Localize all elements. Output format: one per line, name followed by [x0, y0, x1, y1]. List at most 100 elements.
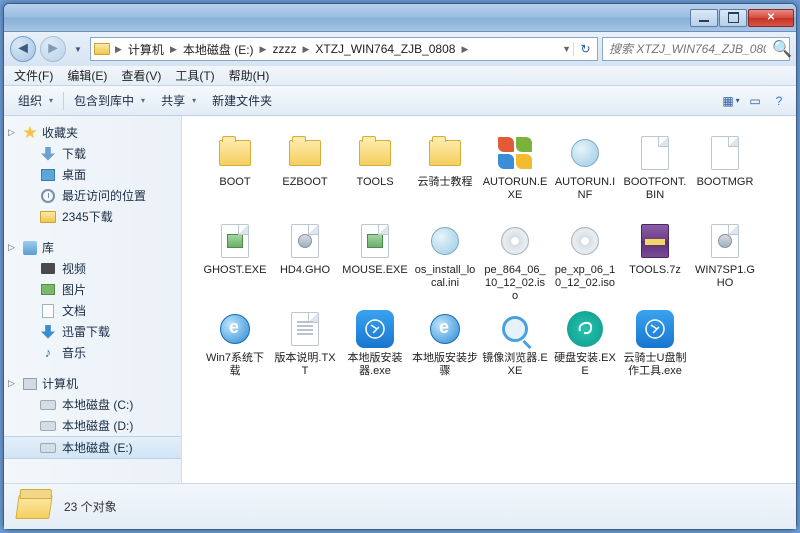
file-icon: [424, 220, 466, 262]
favorites-group: ▷收藏夹 下载 桌面 最近访问的位置 2345下载: [4, 122, 181, 227]
file-item[interactable]: Win7系统下载: [200, 306, 270, 392]
refresh-button[interactable]: ↻: [573, 42, 597, 56]
help-button[interactable]: ?: [768, 90, 790, 112]
sidebar-item-desktop[interactable]: 桌面: [4, 164, 181, 185]
favorites-label: 收藏夹: [42, 124, 78, 141]
status-bar: 23 个对象: [4, 483, 796, 529]
file-icon: [354, 308, 396, 350]
sidebar-item-recent[interactable]: 最近访问的位置: [4, 185, 181, 206]
file-label: 本地版安装器.exe: [340, 352, 410, 378]
search-box[interactable]: 🔍: [602, 37, 790, 61]
file-item[interactable]: os_install_local.ini: [410, 218, 480, 304]
file-icon: [704, 220, 746, 262]
sidebar-item-pictures[interactable]: 图片: [4, 279, 181, 300]
file-icon: [564, 308, 606, 350]
file-item[interactable]: AUTORUN.EXE: [480, 130, 550, 216]
file-item[interactable]: TOOLS: [340, 130, 410, 216]
computer-header[interactable]: ▷计算机: [4, 373, 181, 394]
file-item[interactable]: 版本说明.TXT: [270, 306, 340, 392]
file-item[interactable]: MOUSE.EXE: [340, 218, 410, 304]
close-button[interactable]: [748, 9, 794, 27]
file-label: HD4.GHO: [278, 264, 332, 277]
favorites-header[interactable]: ▷收藏夹: [4, 122, 181, 143]
file-label: pe_864_06_10_12_02.iso: [480, 264, 550, 303]
menu-tools[interactable]: 工具(T): [169, 66, 220, 85]
organize-button[interactable]: 组织: [10, 89, 61, 112]
sidebar-item-2345[interactable]: 2345下载: [4, 206, 181, 227]
menu-help[interactable]: 帮助(H): [223, 66, 276, 85]
file-icon: [564, 132, 606, 174]
file-icon: [214, 132, 256, 174]
breadcrumb-bar[interactable]: ▶ 计算机 ▶ 本地磁盘 (E:) ▶ zzzz ▶ XTZJ_WIN764_Z…: [90, 37, 598, 61]
maximize-button[interactable]: [719, 9, 747, 27]
view-options-button[interactable]: ▦▾: [720, 90, 742, 112]
breadcrumb-sep: ▶: [113, 44, 124, 55]
breadcrumb-item-folder1[interactable]: zzzz: [268, 42, 300, 56]
file-label: 版本说明.TXT: [270, 352, 340, 378]
file-icon: [494, 220, 536, 262]
file-icon: [494, 132, 536, 174]
minimize-button[interactable]: [690, 9, 718, 27]
menu-edit[interactable]: 编辑(E): [61, 66, 113, 85]
file-item[interactable]: pe_xp_06_10_12_02.iso: [550, 218, 620, 304]
file-item[interactable]: BOOT: [200, 130, 270, 216]
back-button[interactable]: ◄: [10, 36, 36, 62]
menu-file[interactable]: 文件(F): [8, 66, 59, 85]
sidebar-item-videos[interactable]: 视频: [4, 258, 181, 279]
breadcrumb-dropdown[interactable]: ▼: [560, 44, 573, 54]
file-item[interactable]: 云骑士教程: [410, 130, 480, 216]
file-label: Win7系统下载: [200, 352, 270, 378]
libraries-group: ▷库 视频 图片 文档 迅雷下载 ♪音乐: [4, 237, 181, 363]
new-folder-button[interactable]: 新建文件夹: [204, 89, 280, 112]
file-item[interactable]: BOOTMGR: [690, 130, 760, 216]
file-icon: [214, 308, 256, 350]
file-item[interactable]: 硬盘安装.EXE: [550, 306, 620, 392]
file-label: pe_xp_06_10_12_02.iso: [550, 264, 620, 290]
sidebar-item-xunlei[interactable]: 迅雷下载: [4, 321, 181, 342]
sidebar-item-drive-c[interactable]: 本地磁盘 (C:): [4, 394, 181, 415]
file-icon: [424, 132, 466, 174]
search-input[interactable]: [603, 42, 772, 56]
file-list-pane[interactable]: BOOTEZBOOT TOOLS 云骑士教程AUTORUN.EXEAUTORUN.I…: [182, 116, 796, 483]
file-item[interactable]: 本地版安装器.exe: [340, 306, 410, 392]
sidebar-item-documents[interactable]: 文档: [4, 300, 181, 321]
file-item[interactable]: HD4.GHO: [270, 218, 340, 304]
breadcrumb-item-computer[interactable]: 计算机: [124, 41, 168, 58]
file-item[interactable]: GHOST.EXE: [200, 218, 270, 304]
include-library-button[interactable]: 包含到库中: [66, 89, 153, 112]
file-item[interactable]: AUTORUN.INF: [550, 130, 620, 216]
breadcrumb-item-folder2[interactable]: XTZJ_WIN764_ZJB_0808: [311, 42, 459, 56]
file-item[interactable]: pe_864_06_10_12_02.iso: [480, 218, 550, 304]
breadcrumb-sep: ▶: [258, 44, 269, 55]
file-icon: [704, 132, 746, 174]
file-item[interactable]: 云骑士U盘制作工具.exe: [620, 306, 690, 392]
file-icon: [494, 308, 536, 350]
forward-button[interactable]: ►: [40, 36, 66, 62]
file-label: TOOLS: [354, 176, 395, 189]
sidebar-item-drive-e[interactable]: 本地磁盘 (E:): [4, 436, 181, 459]
computer-label: 计算机: [42, 375, 78, 392]
menu-view[interactable]: 查看(V): [115, 66, 167, 85]
sidebar-item-music[interactable]: ♪音乐: [4, 342, 181, 363]
file-icon: [354, 132, 396, 174]
menu-bar: 文件(F) 编辑(E) 查看(V) 工具(T) 帮助(H): [4, 66, 796, 86]
preview-pane-button[interactable]: ▭: [744, 90, 766, 112]
history-dropdown[interactable]: ▼: [70, 39, 86, 59]
file-item[interactable]: 镜像浏览器.EXE: [480, 306, 550, 392]
breadcrumb-item-drive[interactable]: 本地磁盘 (E:): [179, 41, 258, 58]
search-icon[interactable]: 🔍: [772, 39, 792, 59]
file-icon: [284, 220, 326, 262]
file-item[interactable]: TOOLS.7z: [620, 218, 690, 304]
sidebar-item-downloads[interactable]: 下载: [4, 143, 181, 164]
file-item[interactable]: 本地版安装步骤: [410, 306, 480, 392]
file-item[interactable]: EZBOOT: [270, 130, 340, 216]
file-item[interactable]: WIN7SP1.GHO: [690, 218, 760, 304]
share-button[interactable]: 共享: [153, 89, 204, 112]
content-area: ▷收藏夹 下载 桌面 最近访问的位置 2345下载 ▷库 视频 图片 文档 迅雷…: [4, 116, 796, 483]
file-label: os_install_local.ini: [410, 264, 480, 290]
titlebar: [4, 4, 796, 32]
file-item[interactable]: BOOTFONT.BIN: [620, 130, 690, 216]
libraries-header[interactable]: ▷库: [4, 237, 181, 258]
sidebar-item-drive-d[interactable]: 本地磁盘 (D:): [4, 415, 181, 436]
file-label: 镜像浏览器.EXE: [480, 352, 550, 378]
